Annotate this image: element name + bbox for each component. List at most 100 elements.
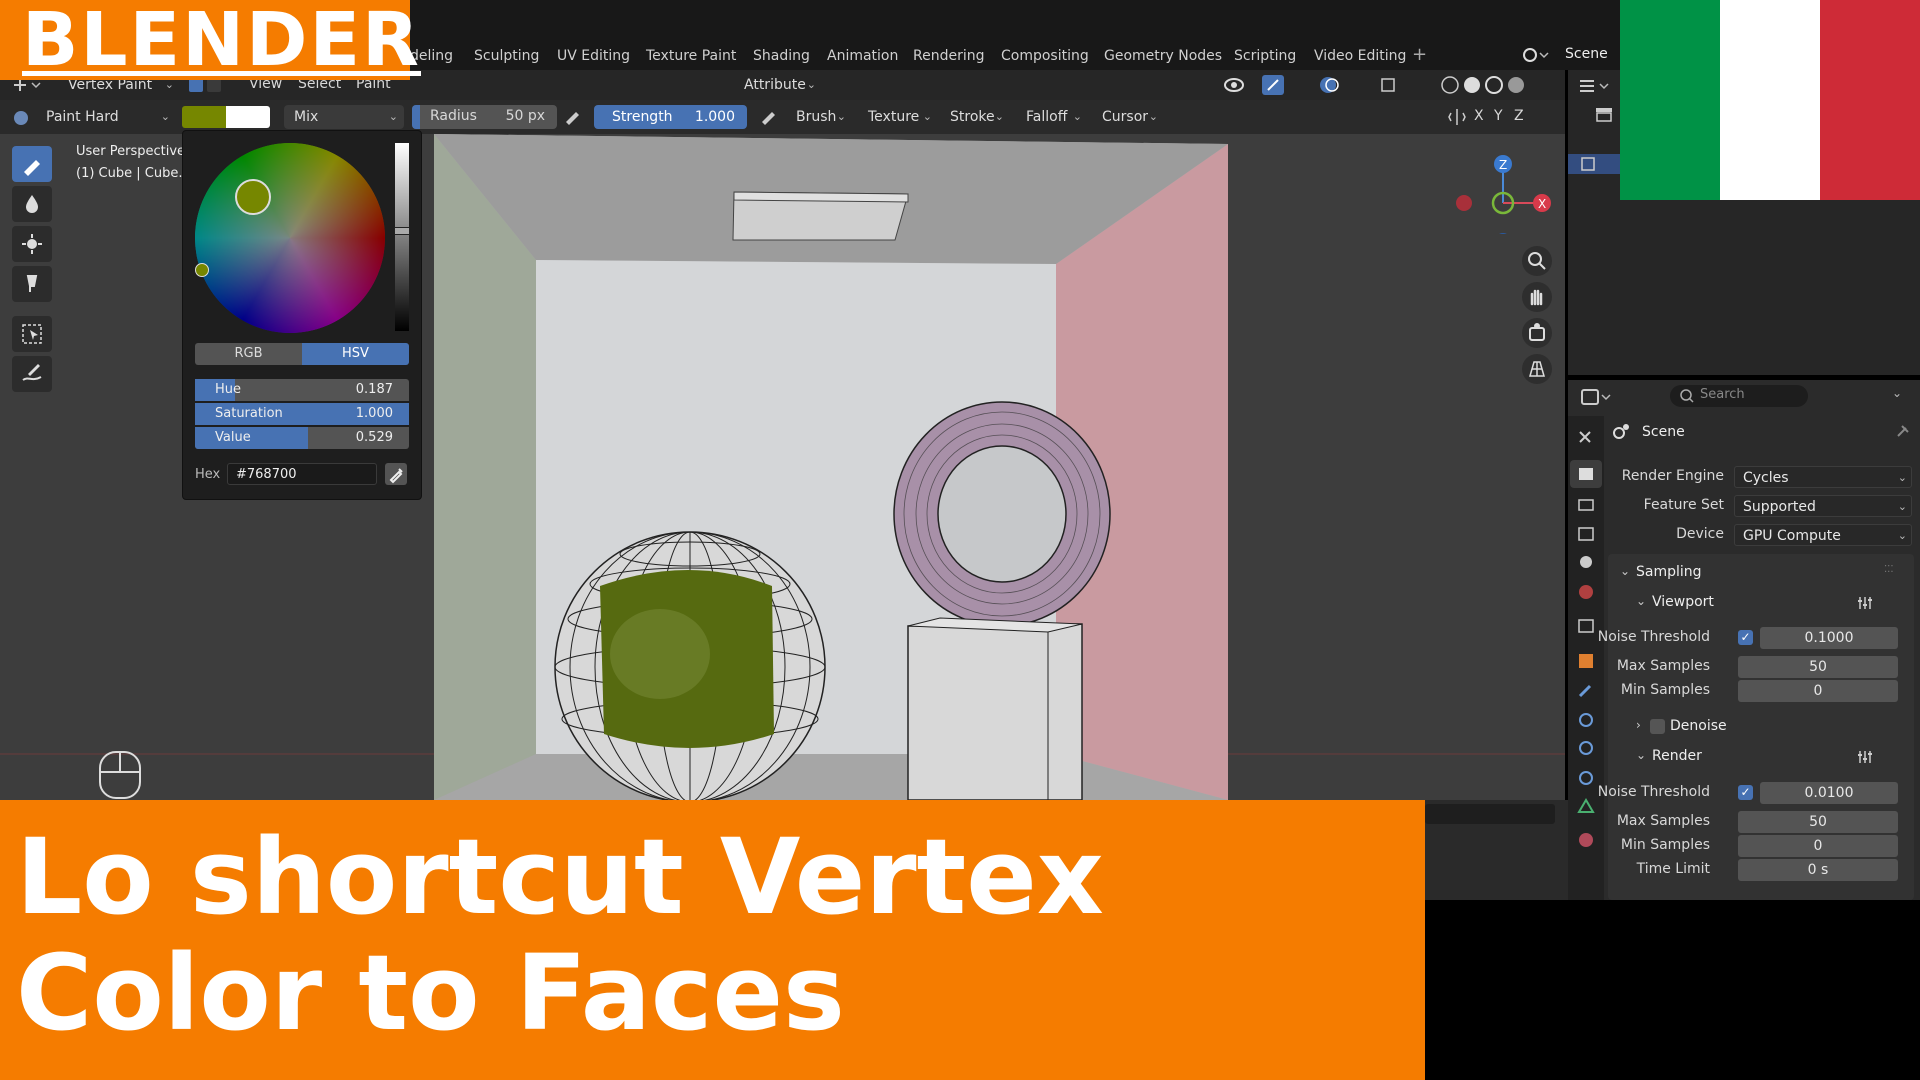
axis-y-toggle[interactable]: Y: [1494, 108, 1503, 124]
hex-input[interactable]: #768700: [227, 463, 377, 485]
menu-stroke[interactable]: Stroke ⌄: [940, 105, 1010, 129]
value-slider[interactable]: [394, 143, 410, 331]
strength-field[interactable]: Strength 1.000: [594, 105, 747, 129]
sampling-header[interactable]: Sampling: [1636, 564, 1702, 580]
properties-search-input[interactable]: Search: [1670, 385, 1808, 407]
presets-icon[interactable]: [1856, 748, 1874, 766]
hsv-mode-button[interactable]: HSV: [302, 343, 409, 365]
time-limit-label: Time Limit: [1636, 861, 1710, 877]
radius-pressure-icon[interactable]: [562, 108, 582, 126]
device-dropdown[interactable]: GPU Compute ⌄: [1734, 524, 1912, 546]
viewport-subpanel-header[interactable]: Viewport: [1652, 594, 1714, 610]
feature-set-dropdown[interactable]: Supported ⌄: [1734, 495, 1912, 517]
saturation-label: Saturation: [215, 406, 283, 421]
camera-view-icon[interactable]: [1522, 318, 1552, 348]
pan-hand-icon[interactable]: [1522, 282, 1552, 312]
outliner-editor-icon[interactable]: [1578, 76, 1612, 96]
brush-selector[interactable]: Paint Hard ⌄: [36, 105, 176, 129]
value-fill: [195, 427, 308, 449]
viewport-noise-checkbox[interactable]: ✓: [1738, 630, 1753, 645]
hue-slider[interactable]: Hue 0.187: [195, 379, 409, 401]
zoom-icon[interactable]: [1522, 246, 1552, 276]
brand-logo-text: BLENDER: [22, 0, 421, 83]
workspace-tab[interactable]: Rendering: [913, 48, 985, 64]
strength-pressure-icon[interactable]: [758, 108, 778, 126]
stroke-menu-label: Stroke: [950, 109, 995, 125]
workspace-tab[interactable]: UV Editing: [557, 48, 630, 64]
value-slider-handle[interactable]: [394, 227, 410, 235]
radius-fill: [412, 105, 420, 129]
radius-field[interactable]: Radius 50 px: [412, 105, 557, 129]
chevron-down-icon[interactable]: ⌄: [1620, 564, 1630, 578]
chevron-down-icon[interactable]: ⌄: [1892, 386, 1902, 400]
add-workspace-icon[interactable]: +: [1412, 44, 1427, 65]
viewport-noise-threshold-label: Noise Threshold: [1597, 629, 1710, 645]
render-max-samples-field[interactable]: 50: [1738, 811, 1898, 833]
workspace-tab[interactable]: Sculpting: [474, 48, 539, 64]
wheel-cursor[interactable]: [235, 179, 271, 215]
axis-z-toggle[interactable]: Z: [1514, 108, 1524, 124]
render-noise-checkbox[interactable]: ✓: [1738, 785, 1753, 800]
select-box-tool-icon[interactable]: [12, 316, 52, 352]
menu-cursor[interactable]: Cursor ⌄: [1092, 105, 1164, 129]
attribute-dropdown[interactable]: Attribute ⌄: [720, 73, 822, 97]
workspace-tab[interactable]: Video Editing: [1314, 48, 1406, 64]
visibility-icon: [1224, 78, 1244, 92]
viewport-max-samples-field[interactable]: 50: [1738, 656, 1898, 678]
scene-name[interactable]: Scene: [1565, 46, 1608, 62]
render-subpanel-header[interactable]: Render: [1652, 748, 1702, 764]
workspace-tab[interactable]: Geometry Nodes: [1104, 48, 1222, 64]
render-noise-threshold-field[interactable]: 0.0100: [1760, 782, 1898, 804]
axis-x-toggle[interactable]: X: [1474, 108, 1484, 124]
primary-color-swatch[interactable]: [182, 106, 226, 128]
value-field-slider[interactable]: Value 0.529: [195, 427, 409, 449]
presets-icon[interactable]: [1856, 594, 1874, 612]
properties-editor-icon[interactable]: [1580, 386, 1614, 408]
denoise-label: Denoise: [1670, 718, 1727, 734]
menu-texture[interactable]: Texture ⌄: [858, 105, 938, 129]
timeline-search-field[interactable]: [1425, 804, 1555, 824]
blur-tool-icon[interactable]: [12, 186, 52, 222]
workspace-tab[interactable]: Shading: [753, 48, 810, 64]
wheel-edge-marker: [195, 263, 209, 277]
pin-icon[interactable]: [1894, 424, 1910, 440]
annotate-tool-icon[interactable]: [12, 356, 52, 392]
secondary-color-swatch[interactable]: [226, 106, 270, 128]
render-engine-dropdown[interactable]: Cycles ⌄: [1734, 466, 1912, 488]
saturation-value: 1.000: [355, 406, 393, 421]
texture-menu-label: Texture: [868, 109, 920, 125]
chevron-down-icon[interactable]: ⌄: [1636, 748, 1646, 762]
eyedropper-icon[interactable]: [385, 463, 407, 485]
collection-icon[interactable]: [1594, 104, 1614, 124]
chevron-right-icon[interactable]: ›: [1636, 718, 1641, 732]
rgb-mode-button[interactable]: RGB: [195, 343, 302, 365]
navigation-gizmo[interactable]: Z X: [1450, 144, 1560, 234]
menu-brush[interactable]: Brush ⌄: [786, 105, 852, 129]
time-limit-field[interactable]: 0 s: [1738, 859, 1898, 881]
average-tool-icon[interactable]: [12, 226, 52, 262]
render-min-samples-field[interactable]: 0: [1738, 835, 1898, 857]
workspace-tab[interactable]: Animation: [827, 48, 898, 64]
denoise-checkbox[interactable]: [1650, 719, 1665, 734]
workspace-tab[interactable]: Compositing: [1001, 48, 1089, 64]
viewport-noise-threshold-field[interactable]: 0.1000: [1760, 627, 1898, 649]
workspace-tab[interactable]: Texture Paint: [646, 48, 736, 64]
hex-label: Hex: [195, 467, 221, 482]
blend-mode-dropdown[interactable]: Mix ⌄: [284, 105, 404, 129]
chevron-down-icon[interactable]: ⌄: [1636, 594, 1646, 608]
ortho-grid-icon[interactable]: [1522, 354, 1552, 384]
scene-selector-icon[interactable]: [1520, 44, 1550, 66]
drag-handle-icon[interactable]: ⁚⁚⁚: [1884, 564, 1894, 575]
value-number: 0.529: [355, 430, 393, 445]
workspace-tab[interactable]: Scripting: [1234, 48, 1296, 64]
timeline-area: [1425, 800, 1568, 900]
saturation-slider[interactable]: Saturation 1.000: [195, 403, 409, 425]
viewport-max-samples-label: Max Samples: [1616, 658, 1710, 674]
color-wheel[interactable]: [195, 143, 385, 333]
menu-falloff[interactable]: Falloff ⌄: [1016, 105, 1088, 129]
smear-tool-icon[interactable]: [12, 266, 52, 302]
draw-tool-icon[interactable]: [12, 146, 52, 182]
chevron-down-icon: ⌄: [1897, 471, 1907, 484]
properties-scene-label: Scene: [1642, 424, 1685, 440]
viewport-min-samples-field[interactable]: 0: [1738, 680, 1898, 702]
